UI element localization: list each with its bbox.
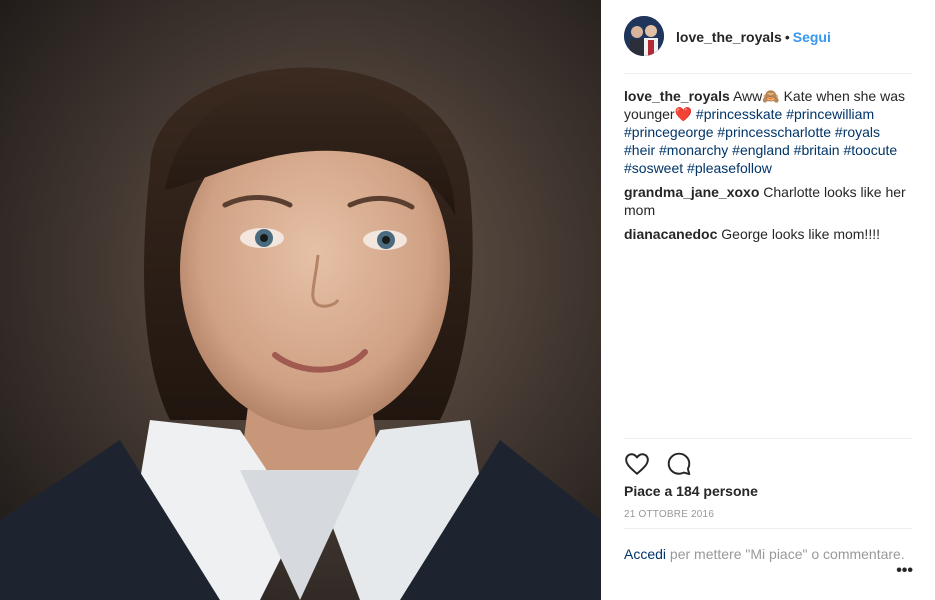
action-bar bbox=[624, 438, 912, 478]
login-prompt-text: per mettere "Mi piace" o commentare. bbox=[666, 546, 905, 562]
heart-outline-icon[interactable] bbox=[624, 451, 650, 477]
comment-item: grandma_jane_xoxo Charlotte looks like h… bbox=[624, 183, 912, 219]
avatar[interactable] bbox=[624, 16, 664, 56]
post-photo[interactable] bbox=[0, 0, 601, 600]
portrait-illustration bbox=[0, 0, 601, 600]
login-prompt: Accedi per mettere "Mi piace" o commenta… bbox=[624, 528, 912, 563]
comments-list: love_the_royals Aww🙈 Kate when she was y… bbox=[624, 87, 912, 249]
header-text: love_the_royals • Segui bbox=[676, 29, 831, 45]
login-link[interactable]: Accedi bbox=[624, 546, 666, 562]
post-header: love_the_royals • Segui bbox=[624, 16, 912, 74]
comment-item: dianacanedoc George looks like mom!!!! bbox=[624, 225, 912, 243]
caption-comment: love_the_royals Aww🙈 Kate when she was y… bbox=[624, 87, 912, 177]
post-sidebar: love_the_royals • Segui love_the_royals Aw… bbox=[601, 0, 935, 600]
post-username[interactable]: love_the_royals bbox=[676, 29, 782, 45]
post-date[interactable]: 21 ottobre 2016 bbox=[624, 509, 714, 520]
avatar-image bbox=[624, 16, 664, 56]
speech-bubble-icon[interactable] bbox=[666, 451, 692, 477]
comment-username[interactable]: dianacanedoc bbox=[624, 226, 717, 242]
comment-username[interactable]: grandma_jane_xoxo bbox=[624, 184, 759, 200]
follow-button[interactable]: Segui bbox=[793, 29, 831, 45]
red-heart-emoji: ❤️ bbox=[674, 106, 693, 122]
separator-dot: • bbox=[784, 29, 790, 45]
likes-count[interactable]: Piace a 184 persone bbox=[624, 483, 758, 499]
comment-username[interactable]: love_the_royals bbox=[624, 88, 730, 104]
more-options-button[interactable]: ••• bbox=[896, 562, 913, 580]
comment-text: George looks like mom!!!! bbox=[717, 226, 880, 242]
